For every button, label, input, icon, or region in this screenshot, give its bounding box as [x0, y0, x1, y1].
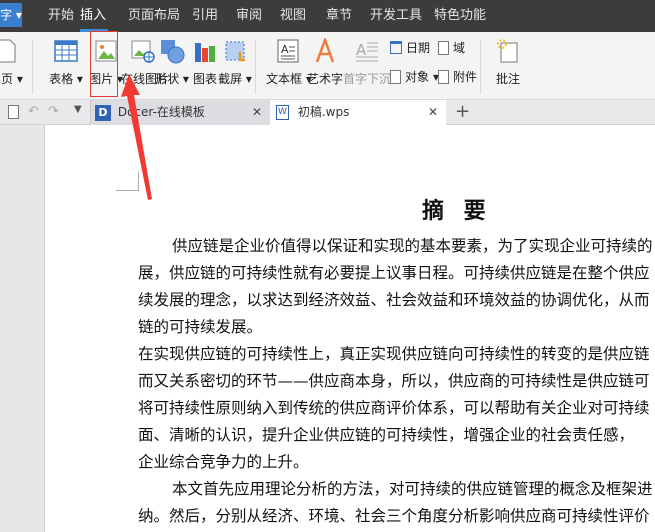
svg-text:A: A	[281, 43, 289, 56]
print-preview-icon[interactable]	[8, 105, 19, 119]
text-line: 面、清晰的认识，提升企业供应链的可持续性，增强企业的社会责任感，	[138, 426, 635, 444]
text-line: 展，供应链的可持续性就有必要提上议事日程。可持续供应链是在整个供应	[138, 264, 650, 282]
drop-cap-label: 首字下沉	[342, 72, 391, 86]
title-bar: 字 ▾ 开始 插入 页面布局 引用 审阅 视图 章节 开发工具 特色功能	[0, 0, 655, 32]
text-line: 而又关系密切的环节——供应商本身，所以，供应商的可持续性是供应链可	[138, 372, 650, 390]
comment-label: 批注	[495, 72, 520, 86]
undo-icon[interactable]: ↶	[28, 104, 39, 119]
attachment-label: 附件	[453, 70, 478, 84]
field-icon	[438, 40, 449, 55]
date-button[interactable]: 日期	[390, 39, 430, 56]
textbox-icon: A	[277, 39, 299, 63]
shape-icon	[161, 40, 185, 64]
wordart-label: 艺术字	[306, 72, 343, 86]
calendar-icon	[390, 41, 402, 54]
quick-access-dropdown-icon[interactable]: ▼	[74, 104, 82, 115]
wordart-icon	[315, 38, 335, 63]
document-tab-bar: ↶ ↷ ▼ D Docer-在线模板 ✕ W 初稿.wps ✕ +	[0, 100, 655, 125]
screenshot-button[interactable]: 截屏 ▾	[215, 36, 255, 87]
table-icon	[54, 40, 78, 62]
text-line: 链的可持续发展。	[138, 318, 263, 336]
margin-corner-mark	[116, 172, 139, 191]
divider	[255, 40, 256, 94]
comment-icon	[497, 39, 518, 63]
close-icon[interactable]: ✕	[428, 100, 438, 125]
document-page[interactable]: 摘 要 供应链是企业价值得以保证和实现的基本要素，为了实现企业可持续的 展，供应…	[45, 125, 655, 532]
tab-references[interactable]: 引用	[192, 0, 218, 32]
app-menu-button[interactable]: 字 ▾	[0, 3, 22, 27]
document-title: 摘 要	[422, 199, 492, 224]
redo-icon[interactable]: ↷	[48, 104, 59, 119]
close-icon[interactable]: ✕	[252, 100, 262, 125]
doc-tab-label: Docer-在线模板	[117, 105, 205, 119]
highlight-box	[90, 31, 118, 97]
doc-tab-draft[interactable]: W 初稿.wps ✕	[270, 100, 446, 125]
svg-text:A: A	[356, 41, 367, 59]
blank-page-label: 白页	[0, 72, 14, 86]
tab-section[interactable]: 章节	[326, 0, 352, 32]
shape-label: 形状	[155, 72, 180, 86]
attachment-icon	[438, 69, 449, 84]
object-button[interactable]: 对象 ▾	[390, 68, 439, 85]
drop-cap-icon: A	[356, 41, 378, 62]
left-margin	[0, 125, 45, 532]
docer-icon: D	[95, 104, 111, 121]
app-menu-label: 字	[0, 8, 13, 22]
text-line: 在实现供应链的可持续性上，真正实现供应链向可持续性的转变的是供应链	[138, 345, 650, 363]
table-label: 表格	[49, 72, 74, 86]
doc-tab-docer[interactable]: D Docer-在线模板 ✕	[90, 100, 270, 125]
tab-review[interactable]: 审阅	[236, 0, 262, 32]
object-icon	[390, 69, 401, 84]
tab-special[interactable]: 特色功能	[434, 0, 486, 32]
table-button[interactable]: 表格 ▾	[46, 36, 86, 87]
textbox-button[interactable]: A 文本框 ▾	[266, 36, 312, 87]
attachment-button[interactable]: 附件	[438, 68, 477, 85]
tab-page-layout[interactable]: 页面布局	[128, 0, 180, 32]
blank-page-button[interactable]: 白页 ▾	[0, 36, 26, 87]
doc-tab-label: 初稿.wps	[297, 105, 350, 119]
tab-home[interactable]: 开始	[48, 0, 74, 32]
blank-page-icon	[0, 39, 16, 63]
text-line: 将可持续性原则纳入到传统的供应商评价体系，可以帮助有关企业对可持续	[138, 399, 650, 417]
textbox-label: 文本框	[266, 72, 303, 86]
object-label: 对象	[405, 70, 430, 84]
comment-button[interactable]: 批注	[488, 36, 528, 87]
tab-developer[interactable]: 开发工具	[370, 0, 422, 32]
date-label: 日期	[406, 41, 431, 55]
field-label: 域	[453, 41, 466, 55]
wordart-button[interactable]: 艺术字	[305, 36, 345, 87]
text-line: 企业综合竞争力的上升。	[138, 453, 309, 471]
tab-insert[interactable]: 插入	[80, 0, 108, 32]
text-line: 本文首先应用理论分析的方法，对可持续的供应链管理的概念及框架进	[172, 480, 653, 498]
text-line: 供应链是企业价值得以保证和实现的基本要素，为了实现企业可持续的	[172, 237, 653, 255]
screenshot-icon	[225, 41, 245, 62]
divider	[32, 40, 33, 94]
wps-doc-icon: W	[276, 105, 289, 120]
screenshot-label: 截屏	[218, 72, 243, 86]
text-line: 纳。然后，分别从经济、环境、社会三个角度分析影响供应商可持续性评价	[138, 507, 650, 525]
tab-view[interactable]: 视图	[280, 0, 306, 32]
text-line: 续发展的理念，以求达到经济效益、社会效益和环境效益的协调优化，从而	[138, 291, 650, 309]
field-button[interactable]: 域	[438, 39, 465, 56]
divider	[480, 40, 481, 94]
drop-cap-button[interactable]: A 首字下沉	[342, 36, 392, 87]
new-tab-button[interactable]: +	[455, 101, 470, 122]
